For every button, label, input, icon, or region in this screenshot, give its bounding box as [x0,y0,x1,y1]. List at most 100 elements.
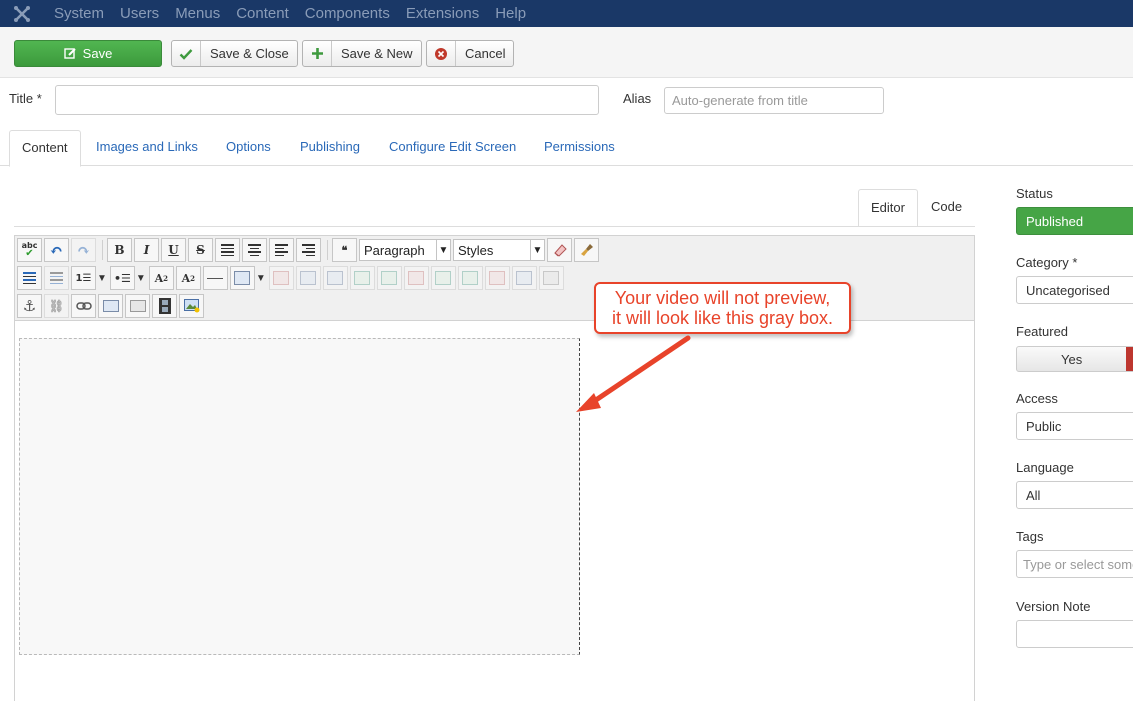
chevron-down-icon[interactable]: ▼ [97,273,107,284]
italic-icon[interactable]: I [134,238,159,262]
joomla-logo-icon[interactable] [0,0,44,27]
save-new-button[interactable]: Save & New [302,40,422,67]
image-manager-icon[interactable] [179,294,204,318]
access-label: Access [1016,391,1058,406]
cancel-label: Cancel [465,46,506,61]
tab-permissions[interactable]: Permissions [532,130,627,166]
redo-icon[interactable]: ↷ [71,238,96,262]
editor-toolbar-row-1: abc ✔ ↶ ↷ B I U S ❝ Paragraph ▼ Styles ▼ [17,237,601,263]
superscript-icon[interactable]: A2 [175,266,201,290]
category-label: Category * [1016,255,1078,270]
menu-users[interactable]: Users [120,0,159,27]
save-button-label: Save [82,46,113,61]
tags-placeholder: Type or select some options [1023,556,1133,572]
cell-props-icon[interactable] [295,266,321,290]
align-justify-icon[interactable] [215,238,240,262]
insert-col-after-icon[interactable] [457,266,483,290]
menu-menus[interactable]: Menus [175,0,220,27]
cancel-button[interactable]: Cancel [426,40,515,67]
indent-icon[interactable] [44,266,69,290]
menu-components[interactable]: Components [305,0,390,27]
unlink-icon[interactable]: ⛓ [44,294,69,318]
annotation-callout: Your video will not preview, it will loo… [594,282,851,334]
subscript-icon[interactable]: A2 [148,266,174,290]
align-center-icon[interactable] [242,238,267,262]
save-button[interactable]: Save [14,40,162,67]
toolbar-separator [102,240,103,260]
editor-mode-editor[interactable]: Editor [858,189,918,227]
row-props-icon[interactable] [322,266,348,290]
featured-no-option[interactable] [1126,347,1133,371]
menu-help[interactable]: Help [495,0,526,27]
title-label: Title * [9,91,42,106]
check-icon [172,41,201,66]
callout-line-1: Your video will not preview, [614,288,831,308]
spellcheck-icon[interactable]: abc ✔ [17,238,42,262]
bold-icon[interactable]: B [107,238,132,262]
category-value: Uncategorised [1026,282,1110,298]
title-input[interactable] [55,85,599,115]
alias-input[interactable] [664,87,884,114]
version-note-input[interactable] [1016,620,1133,648]
plus-icon [303,41,332,66]
edit-icon [63,41,77,66]
featured-label: Featured [1016,324,1069,339]
editor-tab-divider [14,226,975,227]
delete-col-icon[interactable] [484,266,510,290]
tab-content[interactable]: Content [9,130,81,167]
tags-input[interactable]: Type or select some options [1016,550,1133,578]
save-close-button[interactable]: Save & Close [171,40,298,67]
strikethrough-icon[interactable]: S [188,238,213,262]
status-value: Published [1026,213,1084,229]
editor-mode-code[interactable]: Code [919,189,974,227]
align-right-icon[interactable] [296,238,321,262]
media-film-icon[interactable] [152,294,177,318]
table-icon[interactable] [229,266,255,290]
align-left-icon[interactable] [269,238,294,262]
tab-configure-edit-screen[interactable]: Configure Edit Screen [377,130,528,166]
cleanup-brush-icon[interactable] [574,238,599,262]
menu-extensions[interactable]: Extensions [406,0,479,27]
chevron-down-icon[interactable]: ▼ [256,273,266,284]
category-select[interactable]: Uncategorised [1016,276,1133,304]
tab-images-and-links[interactable]: Images and Links [84,130,210,166]
numbered-list-icon[interactable]: 1☰ [71,266,96,290]
split-cells-icon[interactable] [511,266,537,290]
insert-row-after-icon[interactable] [376,266,402,290]
horizontal-rule-icon[interactable] [202,266,228,290]
blockquote-icon[interactable]: ❝ [332,238,357,262]
delete-row-icon[interactable] [403,266,429,290]
eraser-icon[interactable] [547,238,572,262]
undo-icon[interactable]: ↶ [44,238,69,262]
anchor-icon[interactable]: ⚓ [17,294,42,318]
styles-select[interactable]: Styles ▼ [453,239,545,261]
toolbar-separator [327,240,328,260]
cancel-circle-icon [427,41,456,66]
underline-icon[interactable]: U [161,238,186,262]
insert-col-before-icon[interactable] [430,266,456,290]
chevron-down-icon[interactable]: ▼ [136,273,146,284]
chevron-down-icon: ▼ [436,240,450,260]
bullet-list-icon[interactable]: •☰ [109,266,135,290]
insert-row-before-icon[interactable] [349,266,375,290]
video-placeholder-box[interactable] [19,338,580,655]
status-select[interactable]: Published [1016,207,1133,235]
menu-content[interactable]: Content [236,0,289,27]
featured-toggle[interactable]: Yes [1016,346,1133,372]
menu-system[interactable]: System [54,0,104,27]
featured-yes-option[interactable]: Yes [1017,352,1126,367]
delete-table-icon[interactable] [268,266,294,290]
language-select[interactable]: All [1016,481,1133,509]
format-select[interactable]: Paragraph ▼ [359,239,451,261]
tab-publishing[interactable]: Publishing [288,130,372,166]
outdent-icon[interactable] [17,266,42,290]
image-icon[interactable] [98,294,123,318]
alias-label: Alias [623,91,652,106]
merge-cells-icon[interactable] [538,266,564,290]
pagebreak-icon[interactable] [125,294,150,318]
save-close-label: Save & Close [210,46,289,61]
link-icon[interactable] [71,294,96,318]
callout-line-2: it will look like this gray box. [611,308,834,328]
access-select[interactable]: Public [1016,412,1133,440]
tab-options[interactable]: Options [214,130,283,166]
